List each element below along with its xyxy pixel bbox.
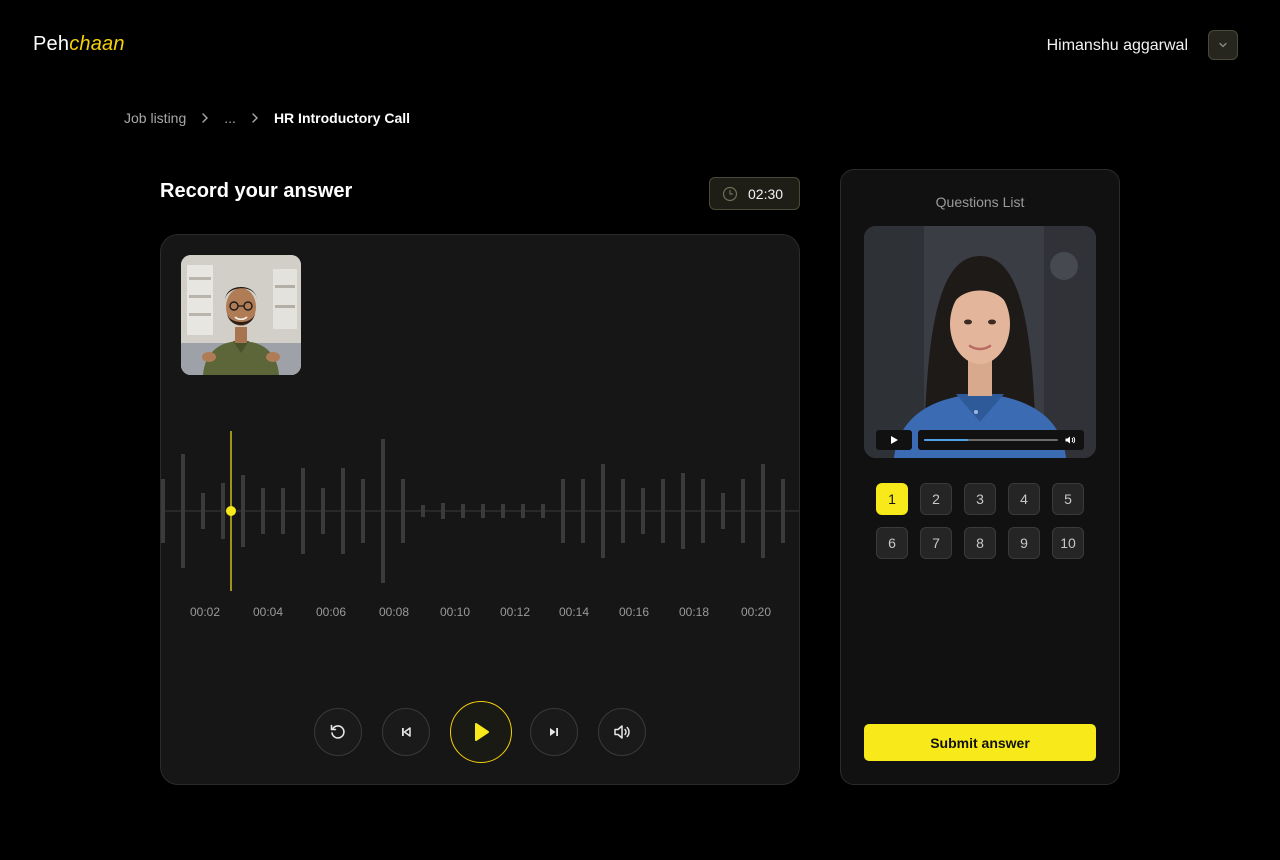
waveform-bar	[261, 488, 265, 534]
play-icon	[891, 436, 898, 444]
chevron-down-icon	[1219, 42, 1227, 48]
playhead-handle[interactable]	[226, 506, 236, 516]
waveform-bar	[481, 504, 485, 518]
waveform-bar	[761, 464, 765, 558]
time-label: 00:18	[678, 605, 710, 619]
time-label: 00:12	[499, 605, 531, 619]
waveform-bar	[721, 493, 725, 529]
waveform-bar	[201, 493, 205, 529]
waveform-bar	[241, 475, 245, 547]
time-label: 00:04	[252, 605, 284, 619]
webcam-preview	[181, 255, 301, 375]
question-button-7[interactable]: 7	[920, 527, 952, 559]
waveform-bar	[161, 479, 165, 543]
submit-answer-button[interactable]: Submit answer	[864, 724, 1096, 761]
breadcrumb-current: HR Introductory Call	[273, 110, 411, 126]
waveform-bar	[501, 504, 505, 518]
question-button-6[interactable]: 6	[876, 527, 908, 559]
user-menu-button[interactable]	[1208, 30, 1238, 60]
volume-button[interactable]	[598, 708, 646, 756]
waveform-bar	[181, 454, 185, 568]
timer-value: 02:30	[748, 185, 784, 202]
waveform-bar	[321, 488, 325, 534]
next-button[interactable]	[530, 708, 578, 756]
skip-previous-icon	[402, 727, 411, 737]
waveform-bar	[561, 479, 565, 543]
countdown-timer: 02:30	[709, 177, 800, 210]
replay-icon	[330, 724, 345, 739]
breadcrumb-ellipsis[interactable]: ...	[224, 110, 236, 126]
time-label: 00:06	[315, 605, 347, 619]
waveform-bar	[281, 488, 285, 534]
question-button-10[interactable]: 10	[1052, 527, 1084, 559]
waveform-bar	[541, 504, 545, 518]
time-label: 00:02	[189, 605, 221, 619]
audio-waveform[interactable]	[161, 431, 800, 591]
playback-controls	[161, 701, 799, 763]
previous-button[interactable]	[382, 708, 430, 756]
time-label: 00:08	[378, 605, 410, 619]
waveform-bar	[661, 479, 665, 543]
video-play-button[interactable]	[876, 430, 912, 450]
time-label: 00:14	[558, 605, 590, 619]
waveform-bar	[341, 468, 345, 554]
interviewer-video[interactable]	[864, 226, 1096, 458]
waveform-bar	[401, 479, 405, 543]
waveform-bar	[601, 464, 605, 558]
waveform-bar	[701, 479, 705, 543]
volume-icon	[614, 725, 630, 739]
logo-accent: chaan	[69, 33, 125, 55]
time-label: 00:10	[439, 605, 471, 619]
page-title: Record your answer	[160, 180, 353, 202]
waveform-bar	[381, 439, 385, 583]
question-button-4[interactable]: 4	[1008, 483, 1040, 515]
question-button-3[interactable]: 3	[964, 483, 996, 515]
question-button-5[interactable]: 5	[1052, 483, 1084, 515]
waveform-bar	[741, 479, 745, 543]
waveform-bar	[221, 483, 225, 539]
waveform-bar	[441, 503, 445, 519]
questions-panel: Questions List 1 2 3 4 5 6 7 8 9 10 Subm…	[840, 169, 1120, 785]
question-button-2[interactable]: 2	[920, 483, 952, 515]
play-button[interactable]	[450, 701, 512, 763]
chevron-right-icon	[250, 112, 260, 124]
video-seek-bar[interactable]	[922, 430, 1062, 450]
waveform-bar	[781, 479, 785, 543]
clock-icon	[722, 186, 738, 201]
skip-next-icon	[550, 728, 558, 736]
logo-prefix: Peh	[33, 33, 70, 55]
interviewer-image	[864, 226, 1096, 458]
play-icon	[475, 723, 489, 741]
candidate-webcam-image	[181, 255, 301, 375]
recording-panel: 00:02 00:04 00:06 00:08 00:10 00:12 00:1…	[160, 234, 800, 785]
time-label: 00:20	[740, 605, 772, 619]
volume-icon[interactable]	[1064, 434, 1076, 446]
breadcrumb-job-listing[interactable]: Job listing	[124, 110, 186, 126]
waveform-bar	[621, 479, 625, 543]
question-button-8[interactable]: 8	[964, 527, 996, 559]
waveform-bar	[461, 504, 465, 518]
video-controls-bar	[918, 430, 1084, 450]
replay-button[interactable]	[314, 708, 362, 756]
waveform-bar	[301, 468, 305, 554]
time-label: 00:16	[618, 605, 650, 619]
questions-title: Questions List	[935, 194, 1025, 210]
breadcrumb: Job listing ... HR Introductory Call	[124, 110, 410, 126]
app-logo[interactable]: Pehchaan	[33, 33, 125, 56]
chevron-right-icon	[200, 112, 210, 124]
waveform-bar	[681, 473, 685, 549]
waveform-bar	[361, 479, 365, 543]
user-name: Himanshu aggarwal	[1046, 37, 1188, 54]
question-button-9[interactable]: 9	[1008, 527, 1040, 559]
waveform-bar	[521, 504, 525, 518]
question-button-1[interactable]: 1	[876, 483, 908, 515]
waveform-bar	[641, 488, 645, 534]
waveform-bar	[421, 505, 425, 517]
waveform-bar	[581, 479, 585, 543]
